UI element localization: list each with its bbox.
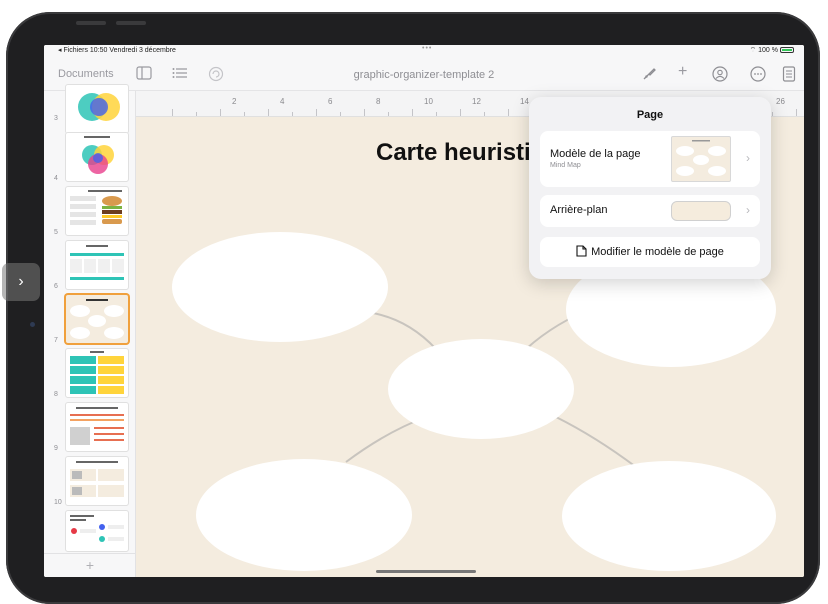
- add-slide-button[interactable]: +: [44, 553, 136, 577]
- brush-icon[interactable]: [641, 66, 657, 85]
- mind-map-bubble-bottom-right[interactable]: [562, 461, 776, 571]
- ruler-label: 12: [472, 97, 481, 106]
- document-title[interactable]: graphic-organizer-template 2: [44, 69, 804, 81]
- slide-number: 3: [54, 115, 58, 122]
- slide-thumbnail-6[interactable]: [66, 241, 128, 289]
- slide-over-handle[interactable]: ›: [2, 263, 40, 301]
- status-right: ⌔ 100 %: [750, 46, 794, 55]
- edit-template-label: Modifier le modèle de page: [540, 245, 760, 258]
- slide-thumbnail-8[interactable]: [66, 349, 128, 397]
- ruler-label: 10: [424, 97, 433, 106]
- mind-map-bubble-top-left[interactable]: [172, 232, 388, 342]
- status-left: ◂ Fichiers 10:50 Vendredi 3 décembre: [58, 47, 176, 54]
- document-icon[interactable]: [782, 66, 796, 85]
- chevron-right-icon: ›: [18, 273, 24, 290]
- battery-icon: [780, 47, 794, 54]
- slide-thumbnail-5[interactable]: [66, 187, 128, 235]
- toolbar: Documents graphic-organizer-template 2 +: [44, 57, 804, 91]
- home-indicator[interactable]: [376, 570, 476, 573]
- page-template-name: Mind Map: [550, 162, 581, 169]
- chevron-right-icon: ›: [746, 203, 750, 217]
- mind-map-bubble-center[interactable]: [388, 339, 574, 439]
- background-color-swatch[interactable]: [671, 201, 731, 221]
- slide-thumbnail-10[interactable]: [66, 457, 128, 505]
- slide-number: 10: [54, 499, 62, 506]
- mind-map-bubble-bottom-left[interactable]: [196, 459, 412, 571]
- slide-number: 8: [54, 391, 58, 398]
- slide-thumbnail-7[interactable]: [66, 295, 128, 343]
- edit-page-template-button[interactable]: Modifier le modèle de page: [540, 237, 760, 267]
- slide-number: 4: [54, 175, 58, 182]
- slide-thumbnail-11[interactable]: [66, 511, 128, 551]
- document-icon: [576, 245, 587, 257]
- ruler-label: 26: [776, 97, 785, 106]
- more-icon[interactable]: [750, 66, 766, 85]
- ruler-label: 6: [328, 97, 333, 106]
- ruler-label: 14: [520, 97, 529, 106]
- edit-template-text: Modifier le modèle de page: [591, 246, 724, 258]
- status-bar: ◂ Fichiers 10:50 Vendredi 3 décembre •••…: [44, 45, 804, 57]
- ruler-label: 8: [376, 97, 381, 106]
- page-template-label: Modèle de la page: [550, 148, 641, 160]
- volume-button: [76, 21, 106, 25]
- ruler-label: 4: [280, 97, 285, 106]
- multitask-dots[interactable]: •••: [422, 45, 432, 52]
- slide-thumbnail-4[interactable]: [66, 133, 128, 181]
- background-row[interactable]: Arrière-plan ›: [540, 195, 760, 227]
- popover-title: Page: [636, 109, 664, 121]
- slide-thumbnail-9[interactable]: [66, 403, 128, 451]
- slide-navigator: 3 4 5 6 7 8 9 10 +: [44, 85, 136, 577]
- slide-number: 7: [54, 337, 58, 344]
- template-preview: [671, 136, 731, 182]
- collaborate-icon[interactable]: [711, 66, 729, 85]
- page-format-popover: Page Modèle de la page Mind Map › Arrièr…: [529, 97, 771, 279]
- slide-thumbnail-3[interactable]: [66, 85, 128, 133]
- slide-number: 5: [54, 229, 58, 236]
- battery-text: ⌔ 100 %: [749, 47, 778, 54]
- slide-number: 6: [54, 283, 58, 290]
- slide-number: 9: [54, 445, 58, 452]
- background-label: Arrière-plan: [550, 204, 608, 216]
- chevron-right-icon: ›: [746, 151, 750, 165]
- ruler-label: 2: [232, 97, 237, 106]
- camera: [30, 322, 35, 327]
- volume-button: [116, 21, 146, 25]
- page-template-row[interactable]: Modèle de la page Mind Map ›: [540, 131, 760, 187]
- plus-icon[interactable]: +: [678, 63, 687, 81]
